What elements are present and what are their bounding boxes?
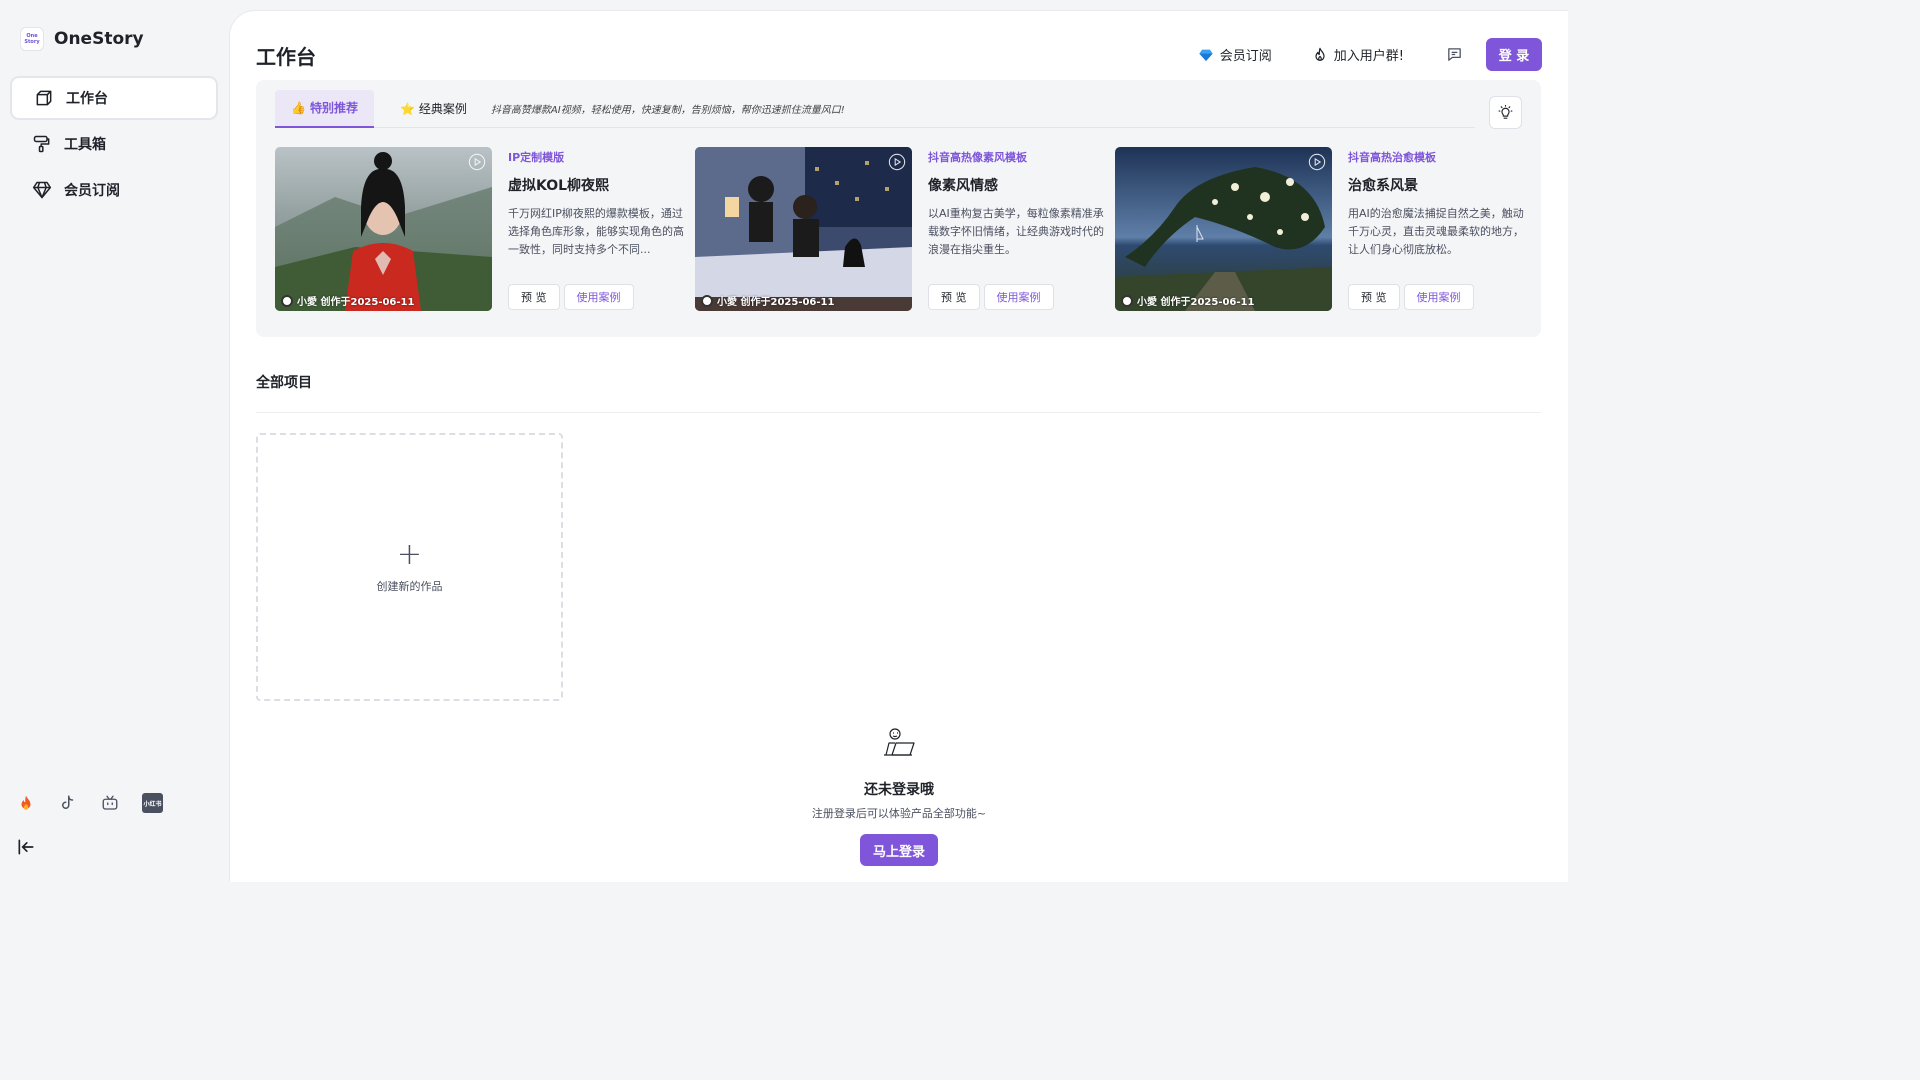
sidebar: One Story OneStory 工作台 工具箱 会员订阅 小红书 [0,0,229,882]
preview-button[interactable]: 预 览 [928,284,980,310]
tips-button[interactable] [1489,96,1522,129]
card-info: IP定制模版 虚拟KOL柳夜熙 千万网红IP柳夜熙的爆款模板，通过选择角色库形象… [508,149,684,259]
brand-logo: One Story [20,27,44,51]
card-title: 治愈系风景 [1348,178,1418,194]
card-category: 抖音高热像素风模板 [928,151,1027,164]
sidebar-item-workbench[interactable]: 工作台 [10,76,218,120]
sidebar-item-label: 会员订阅 [64,183,120,199]
sidebar-item-label: 工作台 [66,91,108,107]
message-icon [1447,48,1461,61]
xiaohongshu-icon[interactable]: 小红书 [142,793,163,813]
sidebar-nav: 工作台 工具箱 会员订阅 [10,76,218,214]
flame-icon [1315,47,1325,61]
sidebar-item-label: 工具箱 [64,137,106,153]
card-thumbnail[interactable]: 小愛 创作于2025-06-11 [275,147,492,311]
featured-cards: 小愛 创作于2025-06-11 IP定制模版 虚拟KOL柳夜熙 千万网红IP柳… [275,147,1535,311]
author-text: 小愛 创作于2025-06-11 [297,297,415,308]
brand[interactable]: One Story OneStory [20,27,144,51]
use-case-button[interactable]: 使用案例 [1403,284,1474,310]
login-button[interactable]: 登 录 [1486,38,1542,71]
author-avatar [701,294,713,307]
tab-recommended[interactable]: 👍 特别推荐 [275,89,374,128]
membership-link[interactable]: 会员订阅 [1198,45,1272,64]
author-avatar [1121,294,1133,307]
preview-button[interactable]: 预 览 [508,284,560,310]
play-icon[interactable] [888,153,906,171]
author-text: 小愛 创作于2025-06-11 [1137,297,1255,308]
brand-name: OneStory [54,29,144,49]
card-description: 用AI的治愈魔法捕捉自然之美，触动千万心灵，直击灵魂最柔软的地方，让人们身心彻底… [1348,207,1524,256]
use-case-button[interactable]: 使用案例 [563,284,634,310]
tab-classic-cases[interactable]: ⭐ 经典案例 [384,90,483,128]
thumbs-up-icon: 👍 [291,100,306,115]
card-actions: 预 览 使用案例 [928,284,1054,310]
divider [256,412,1541,413]
template-card[interactable]: 小愛 创作于2025-06-11 抖音高热治愈模板 治愈系风景 用AI的治愈魔法… [1115,147,1535,311]
diamond-icon [32,181,52,199]
lightbulb-icon [1498,104,1513,119]
empty-subtitle: 注册登录后可以体验产品全部功能~ [811,807,987,820]
card-thumbnail[interactable]: 小愛 创作于2025-06-11 [1115,147,1332,311]
collapse-left-icon [18,839,34,855]
template-card[interactable]: 小愛 创作于2025-06-11 抖音高热像素风模板 像素风情感 以AI重构复古… [695,147,1115,311]
use-case-button[interactable]: 使用案例 [983,284,1054,310]
featured-tagline: 抖音高赞爆款AI视频，轻松使用，快速复制，告别烦恼，帮你迅速抓住流量风口! [490,105,845,116]
membership-label: 会员订阅 [1219,49,1272,64]
thumbnail-image [695,147,912,311]
card-author: 小愛 创作于2025-06-11 [701,293,834,308]
card-title: 像素风情感 [928,178,998,194]
social-links: 小红书 [16,793,163,813]
message-button[interactable] [1444,45,1464,65]
thumbnail-image [275,147,492,311]
paint-roller-icon [33,135,50,153]
join-group-label: 加入用户群! [1333,49,1404,64]
featured-panel: 👍 特别推荐 ⭐ 经典案例 抖音高赞爆款AI视频，轻松使用，快速复制，告别烦恼，… [256,80,1541,337]
cube-icon [36,90,52,106]
template-card[interactable]: 小愛 创作于2025-06-11 IP定制模版 虚拟KOL柳夜熙 千万网红IP柳… [275,147,695,311]
featured-tabs: 👍 特别推荐 ⭐ 经典案例 抖音高赞爆款AI视频，轻松使用，快速复制，告别烦恼，… [275,89,1475,128]
play-icon[interactable] [468,153,486,171]
card-info: 抖音高热像素风模板 像素风情感 以AI重构复古美学，每粒像素精准承载数字怀旧情绪… [928,149,1104,259]
sidebar-item-membership[interactable]: 会员订阅 [10,168,218,212]
create-project-label: 创建新的作品 [376,580,443,593]
thumbnail-image [1115,147,1332,311]
card-actions: 预 览 使用案例 [1348,284,1474,310]
tab-label: 经典案例 [418,102,467,116]
card-description: 以AI重构复古美学，每粒像素精准承载数字怀旧情绪，让经典游戏时代的浪漫在指尖重生… [928,207,1104,256]
login-now-button[interactable]: 马上登录 [860,834,938,866]
create-project-card[interactable]: + 创建新的作品 [256,433,563,701]
card-thumbnail[interactable]: 小愛 创作于2025-06-11 [695,147,912,311]
author-avatar [281,294,293,307]
projects-title: 全部项目 [256,375,312,391]
play-icon[interactable] [1308,153,1326,171]
preview-button[interactable]: 预 览 [1348,284,1400,310]
page-title: 工作台 [256,45,316,69]
card-category: 抖音高热治愈模板 [1348,151,1436,164]
login-empty-state: 还未登录哦 注册登录后可以体验产品全部功能~ 马上登录 [759,727,1039,866]
fire-icon[interactable] [16,793,36,813]
card-author: 小愛 创作于2025-06-11 [1121,293,1254,308]
main-panel: 工作台 会员订阅 加入用户群! 登 录 👍 特别推荐 ⭐ 经典案例 抖音高赞爆款… [229,10,1568,882]
empty-title: 还未登录哦 [864,782,934,798]
person-laptop-icon [884,728,915,756]
sidebar-item-toolbox[interactable]: 工具箱 [10,122,218,166]
collapse-sidebar-button[interactable] [16,837,36,857]
author-text: 小愛 创作于2025-06-11 [717,297,835,308]
tiktok-icon[interactable] [58,793,78,813]
bilibili-icon[interactable] [100,793,120,813]
card-actions: 预 览 使用案例 [508,284,634,310]
join-group-link[interactable]: 加入用户群! [1312,45,1404,64]
gem-icon [1199,49,1213,61]
tab-label: 特别推荐 [309,101,358,115]
card-info: 抖音高热治愈模板 治愈系风景 用AI的治愈魔法捕捉自然之美，触动千万心灵，直击灵… [1348,149,1524,259]
card-title: 虚拟KOL柳夜熙 [508,178,610,194]
card-author: 小愛 创作于2025-06-11 [281,293,414,308]
plus-icon: + [396,537,423,572]
card-description: 千万网红IP柳夜熙的爆款模板，通过选择角色库形象，能够实现角色的高一致性，同时支… [508,207,684,256]
star-icon: ⭐ [399,101,415,116]
card-category: IP定制模版 [508,151,565,164]
top-bar: 会员订阅 加入用户群! 登 录 [1198,38,1542,71]
